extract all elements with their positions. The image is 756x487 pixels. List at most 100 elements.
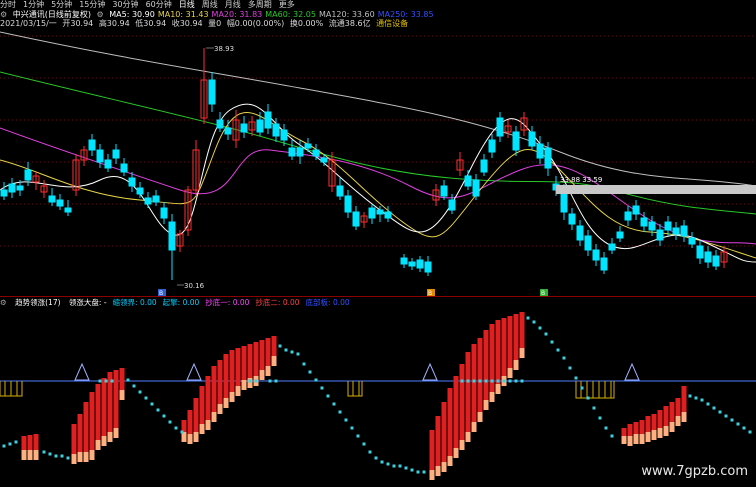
candle-body-33 (264, 111, 272, 129)
info-date: 2021/03/15/一 (0, 19, 57, 28)
candle-body-75 (608, 243, 616, 251)
period-tab-1[interactable]: 1分钟 (23, 0, 44, 9)
candle-body-32 (256, 119, 264, 133)
indicator-dot-45 (538, 326, 542, 330)
indicator-bar-47 (639, 420, 645, 434)
indicator-dot-73 (472, 379, 476, 383)
period-tab-6[interactable]: 日线 (179, 0, 195, 9)
candle-body-26 (208, 79, 216, 105)
indicator-dot-19 (284, 348, 288, 352)
period-tab-10[interactable]: 更多 (279, 0, 295, 9)
candle-body-37 (296, 147, 304, 157)
indicator-dot-54 (592, 406, 596, 410)
candle-body-71 (576, 225, 584, 241)
period-tab-4[interactable]: 30分钟 (112, 0, 138, 9)
info-sector[interactable]: 通信设备 (376, 19, 408, 28)
panel-divider[interactable] (0, 296, 756, 297)
indicator-dot-39 (404, 466, 408, 470)
indicator-bar-10 (113, 370, 119, 428)
period-tab-2[interactable]: 5分钟 (51, 0, 72, 9)
indicator-dot-50 (568, 366, 572, 370)
chart-canvas[interactable]: 33.88 33.59 38.93 30.16 B B B (0, 0, 756, 487)
candle-body-43 (344, 195, 352, 213)
candle-body-52 (424, 261, 432, 273)
indicator-bar-18 (217, 360, 223, 404)
indicator-dot-55 (598, 416, 602, 420)
indicator-bar-tail-46 (633, 434, 639, 444)
indicator-dot-31 (356, 434, 360, 438)
indicator-dot-3 (42, 450, 46, 454)
indicator-bar-tail-7 (95, 440, 101, 450)
period-tab-5[interactable]: 60分钟 (146, 0, 172, 9)
gear-small-icon[interactable]: ⚙ (97, 10, 104, 19)
indicator-bar-tail-16 (205, 420, 211, 430)
indicator-dot-5 (54, 454, 58, 458)
period-tab-3[interactable]: 15分钟 (79, 0, 105, 9)
info-open: 开30.94 (62, 19, 94, 28)
indicator-bar-36 (477, 338, 483, 412)
indicator-bar-tail-28 (429, 470, 435, 480)
candle-body-73 (592, 249, 600, 261)
ma-line-4 (0, 103, 756, 263)
indicator-settings-icon[interactable]: ⚙ (0, 298, 7, 307)
period-tab-9[interactable]: 多周期 (248, 0, 272, 9)
indicator-title[interactable]: 趋势领涨(17) (15, 298, 60, 307)
indicator-dot-46 (544, 332, 548, 336)
settings-icon[interactable]: ⚙ (0, 10, 7, 19)
indicator-bar-23 (247, 344, 253, 378)
stock-name[interactable]: 中兴通讯(日线前复权) (13, 10, 91, 19)
indicator-legend-item-3: 抄底一: 0.00 (205, 298, 250, 307)
info-volume: 量0 (208, 19, 222, 28)
indicator-dot-82 (98, 379, 102, 383)
candle-body-84 (680, 225, 688, 237)
candle-body-46 (368, 207, 376, 219)
indicator-dot-23 (308, 370, 312, 374)
candle-body-3 (24, 169, 32, 181)
indicator-bar-0 (21, 436, 27, 450)
candle-body-6 (48, 195, 56, 203)
candle-body-34 (272, 123, 280, 137)
info-float-cap: 流通38.6亿 (328, 19, 371, 28)
indicator-bar-1 (27, 435, 33, 450)
ma-legend-item-3: MA60: 32.05 (265, 10, 316, 19)
indicator-bar-tail-17 (211, 412, 217, 422)
indicator-dot-79 (508, 379, 512, 383)
period-toolbar: 分时 1分钟 5分钟 15分钟 30分钟 60分钟 日线 周线 月线 多周期 更多 (0, 0, 756, 9)
indicator-bar-tail-44 (621, 436, 627, 444)
period-tab-8[interactable]: 月线 (225, 0, 241, 9)
indicator-dot-58 (688, 394, 692, 398)
indicator-dot-65 (730, 418, 734, 422)
indicator-bar-tail-8 (101, 436, 107, 446)
indicator-dot-37 (392, 464, 396, 468)
indicator-bar-tail-37 (483, 400, 489, 410)
candle-body-80 (648, 221, 656, 231)
ma-legend-item-0: MA5: 30.90 (109, 10, 155, 19)
indicator-bar-27 (271, 336, 277, 356)
indicator-dot-71 (460, 379, 464, 383)
indicator-bar-tail-6 (89, 450, 95, 460)
indicator-dot-27 (332, 402, 336, 406)
indicator-bar-tail-18 (217, 404, 223, 414)
period-tab-0[interactable]: 分时 (0, 0, 16, 9)
candle-body-76 (616, 231, 624, 239)
indicator-dot-34 (374, 456, 378, 460)
ma-legend-item-4: MA120: 33.60 (318, 10, 375, 19)
triangle-signal-0 (74, 362, 90, 381)
indicator-dot-63 (718, 410, 722, 414)
indicator-bar-39 (495, 320, 501, 384)
indicator-bar-7 (95, 384, 101, 440)
candle-body-51 (416, 259, 424, 269)
candle-body-86 (696, 245, 704, 259)
period-tab-7[interactable]: 周线 (202, 0, 218, 9)
candle-body-49 (400, 257, 408, 265)
ma-legend-item-5: MA250: 33.85 (377, 10, 434, 19)
candle-body-1 (8, 183, 16, 193)
indicator-dot-83 (104, 379, 108, 383)
high-price-label: 38.93 (214, 45, 234, 53)
indicator-dot-15 (168, 420, 172, 424)
indicator-dot-4 (48, 452, 52, 456)
indicator-bar-tail-30 (441, 462, 447, 472)
candle-body-47 (376, 209, 384, 215)
candle-body-78 (632, 205, 640, 215)
indicator-bar-tail-2 (33, 450, 39, 460)
